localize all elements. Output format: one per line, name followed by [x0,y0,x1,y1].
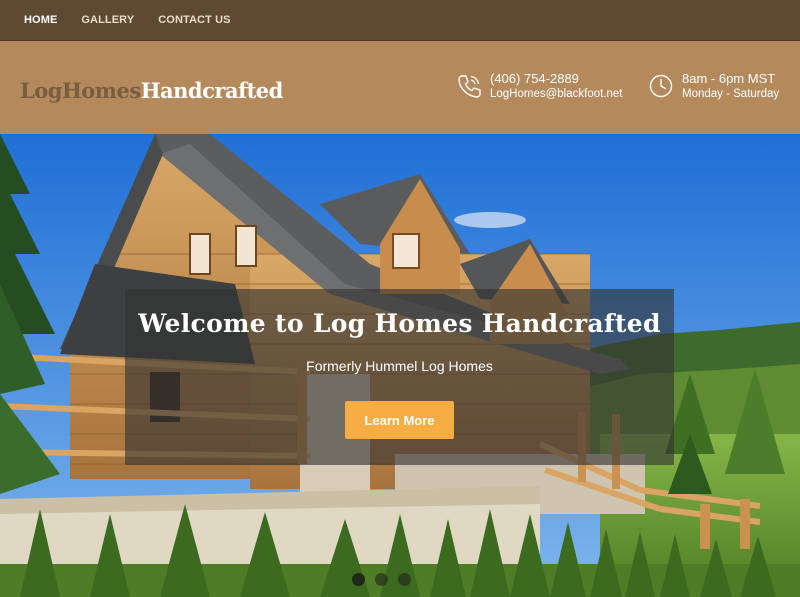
nav-gallery[interactable]: GALLERY [81,14,134,26]
slide-dot-3[interactable] [398,573,411,586]
phone-number[interactable]: (406) 754-2889 [490,71,623,87]
nav-contact-us[interactable]: CONTACT US [158,14,230,26]
hero-subtitle: Formerly Hummel Log Homes [306,358,493,374]
logo-text-part1: LogHomes [20,78,141,103]
hero-banner: Welcome to Log Homes Handcrafted Formerl… [0,134,800,597]
site-logo[interactable]: LogHomesHandcrafted [20,78,283,103]
hero-title: Welcome to Log Homes Handcrafted [138,309,661,338]
slide-dot-1[interactable] [352,573,365,586]
business-hours: 8am - 6pm MST [682,71,776,86]
nav-home[interactable]: HOME [24,14,57,26]
email-address[interactable]: LogHomes@blackfoot.net [490,87,623,102]
slider-pagination [352,573,411,586]
slide-dot-2[interactable] [375,573,388,586]
business-days: Monday - Saturday [682,88,780,100]
brand-header: LogHomesHandcrafted (406) 754-2889 LogHo… [0,41,800,134]
contact-phone-block: (406) 754-2889 LogHomes@blackfoot.net [456,71,623,102]
clock-icon [649,74,673,98]
logo-text-part2: Handcrafted [140,78,284,103]
phone-icon [458,75,481,98]
top-navigation: HOME GALLERY CONTACT US [0,0,800,41]
learn-more-button[interactable]: Learn More [345,401,454,439]
contact-hours-block: 8am - 6pm MST Monday - Saturday [648,71,779,102]
